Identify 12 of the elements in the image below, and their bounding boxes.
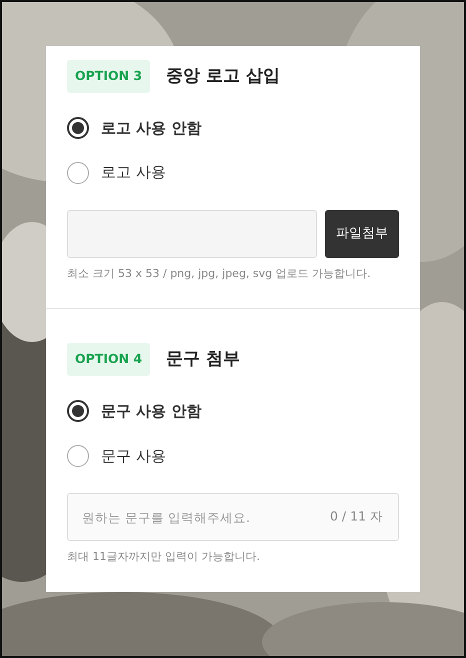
radio-option[interactable]: 로고 사용: [67, 161, 166, 184]
attach-file-button[interactable]: 파일첨부: [325, 210, 399, 258]
radio-option[interactable]: 문구 사용 안함: [67, 400, 202, 422]
section-title: 문구 첨부: [166, 348, 240, 371]
radio-option[interactable]: 로고 사용 안함: [67, 116, 202, 140]
hint-text: 최소 크기 53 x 53 / png, jpg, jpeg, svg 업로드 가능합니다.: [67, 266, 372, 282]
option-badge: OPTION 4: [67, 343, 150, 376]
character-counter: 0 / 11 자: [330, 508, 383, 526]
section-title: 중앙 로고 삽입: [166, 64, 280, 88]
option-badge: OPTION 3: [67, 60, 150, 93]
hint-text: 최대 11글자까지만 입력이 가능합니다.: [67, 549, 261, 565]
radio-option[interactable]: 문구 사용: [67, 444, 166, 467]
